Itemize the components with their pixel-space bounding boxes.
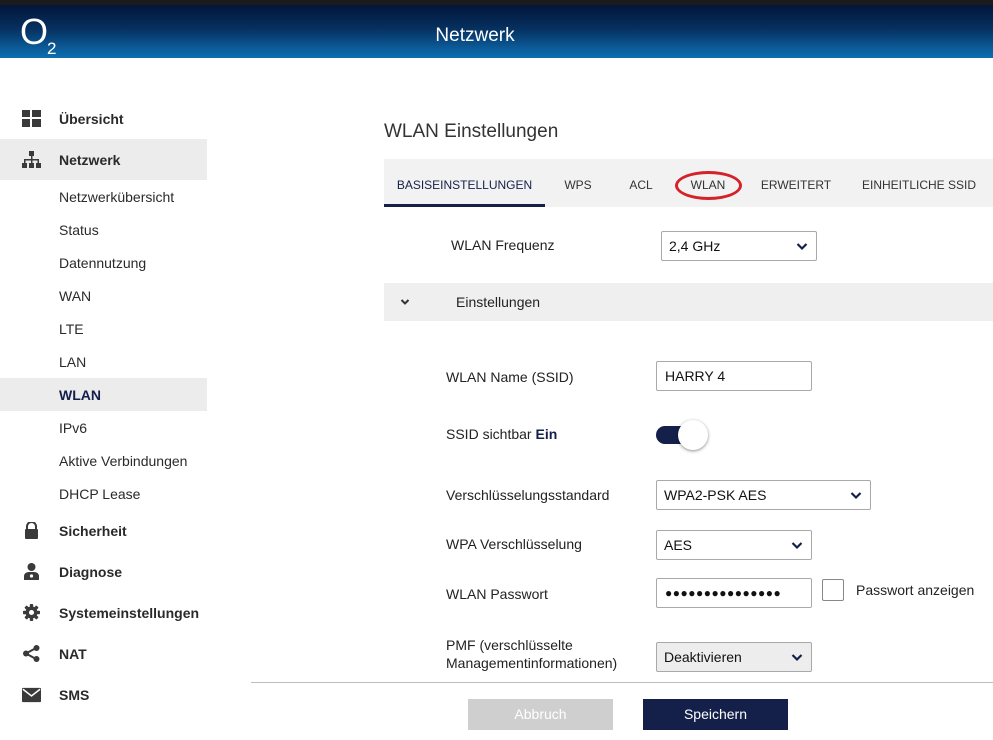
network-icon [22, 151, 41, 168]
sidebar-subitem-status[interactable]: Status [0, 213, 207, 246]
sidebar-item-label: Sicherheit [59, 522, 127, 539]
sidebar-subitem-lan[interactable]: LAN [0, 345, 207, 378]
frequency-select[interactable]: 2,4 GHz [661, 231, 817, 261]
password-input[interactable]: ●●●●●●●●●●●●●●● [656, 578, 812, 608]
ssid-name-label: WLAN Name (SSID) [446, 369, 574, 385]
ssid-visible-state: Ein [535, 426, 558, 442]
sidebar-subitem-netzwerkuebersicht[interactable]: Netzwerkübersicht [0, 180, 207, 213]
sidebar-item-uebersicht[interactable]: Übersicht [0, 98, 207, 139]
chevron-down-icon [850, 492, 862, 500]
pmf-label: PMF (verschlüsselte Managementinformatio… [446, 637, 618, 671]
envelope-icon [22, 687, 41, 703]
ssid-visible-toggle[interactable] [656, 420, 708, 450]
sidebar-item-sicherheit[interactable]: Sicherheit [0, 510, 207, 551]
pmf-select[interactable]: Deaktivieren [656, 642, 812, 672]
doctor-icon [24, 563, 39, 580]
app-header: O2 Netzwerk [0, 5, 993, 58]
encryption-standard-value: WPA2-PSK AES [664, 487, 767, 503]
wpa-encryption-value: AES [664, 537, 693, 553]
sidebar-item-label: NAT [59, 645, 87, 662]
lock-icon [25, 522, 38, 539]
sidebar-subitem-ipv6[interactable]: IPv6 [0, 411, 207, 444]
sidebar-subitem-wan[interactable]: WAN [0, 279, 207, 312]
footer-divider [251, 682, 993, 683]
show-password-checkbox[interactable] [822, 579, 844, 601]
header-title: Netzwerk [435, 25, 515, 46]
tab-wlan[interactable]: WLAN [676, 159, 740, 207]
share-icon [23, 645, 40, 662]
ssid-name-input[interactable]: HARRY 4 [656, 361, 812, 391]
tab-wps[interactable]: WPS [552, 159, 604, 207]
chevron-down-icon [400, 299, 410, 305]
page-title: WLAN Einstellungen [384, 121, 559, 142]
tab-bar: BASISEINSTELLUNGEN WPS ACL WLAN ERWEITER… [384, 159, 993, 207]
settings-section-header[interactable]: Einstellungen [384, 283, 993, 321]
sidebar-item-label: Diagnose [59, 563, 123, 580]
section-title: Einstellungen [456, 294, 541, 310]
tab-einheitliche-ssid[interactable]: EINHEITLICHE SSID [855, 159, 983, 207]
tab-basiseinstellungen[interactable]: BASISEINSTELLUNGEN [384, 159, 545, 207]
frequency-label: WLAN Frequenz [451, 237, 555, 253]
dashboard-icon [22, 110, 41, 127]
cancel-button[interactable]: Abbruch [468, 699, 613, 730]
sidebar-item-netzwerk[interactable]: Netzwerk [0, 139, 207, 180]
sidebar-item-label: Übersicht [59, 110, 124, 127]
sidebar-item-label: SMS [59, 686, 90, 703]
tab-acl[interactable]: ACL [616, 159, 666, 207]
sidebar-item-systemeinstellungen[interactable]: Systemeinstellungen [0, 592, 207, 633]
encryption-standard-label: Verschlüsselungsstandard [446, 487, 610, 503]
sidebar-subitem-dhcp-lease[interactable]: DHCP Lease [0, 477, 207, 510]
save-button[interactable]: Speichern [643, 699, 788, 730]
gear-icon [23, 604, 40, 621]
chevron-down-icon [796, 243, 808, 251]
wpa-encryption-label: WPA Verschlüsselung [446, 536, 582, 552]
show-password-label: Passwort anzeigen [856, 582, 975, 598]
sidebar-subitem-datennutzung[interactable]: Datennutzung [0, 246, 207, 279]
ssid-visible-label: SSID sichtbar Ein [446, 426, 558, 442]
tab-erweitert[interactable]: ERWEITERT [753, 159, 839, 207]
chevron-down-icon [791, 542, 803, 550]
sidebar-item-sms[interactable]: SMS [0, 674, 207, 715]
sidebar-subitem-aktive-verbindungen[interactable]: Aktive Verbindungen [0, 444, 207, 477]
pmf-select-value: Deaktivieren [664, 649, 742, 665]
sidebar-item-nat[interactable]: NAT [0, 633, 207, 674]
password-label: WLAN Passwort [446, 586, 548, 602]
chevron-down-icon [791, 654, 803, 662]
sidebar-subitem-lte[interactable]: LTE [0, 312, 207, 345]
sidebar: Übersicht Netzwerk Netzwerkübersicht Sta… [0, 98, 207, 715]
sidebar-item-label: Netzwerk [59, 151, 121, 168]
encryption-standard-select[interactable]: WPA2-PSK AES [656, 480, 871, 510]
frequency-select-value: 2,4 GHz [669, 238, 721, 254]
wpa-encryption-select[interactable]: AES [656, 530, 812, 560]
sidebar-subitem-wlan[interactable]: WLAN [0, 378, 207, 411]
sidebar-item-label: Systemeinstellungen [59, 604, 200, 621]
sidebar-item-diagnose[interactable]: Diagnose [0, 551, 207, 592]
